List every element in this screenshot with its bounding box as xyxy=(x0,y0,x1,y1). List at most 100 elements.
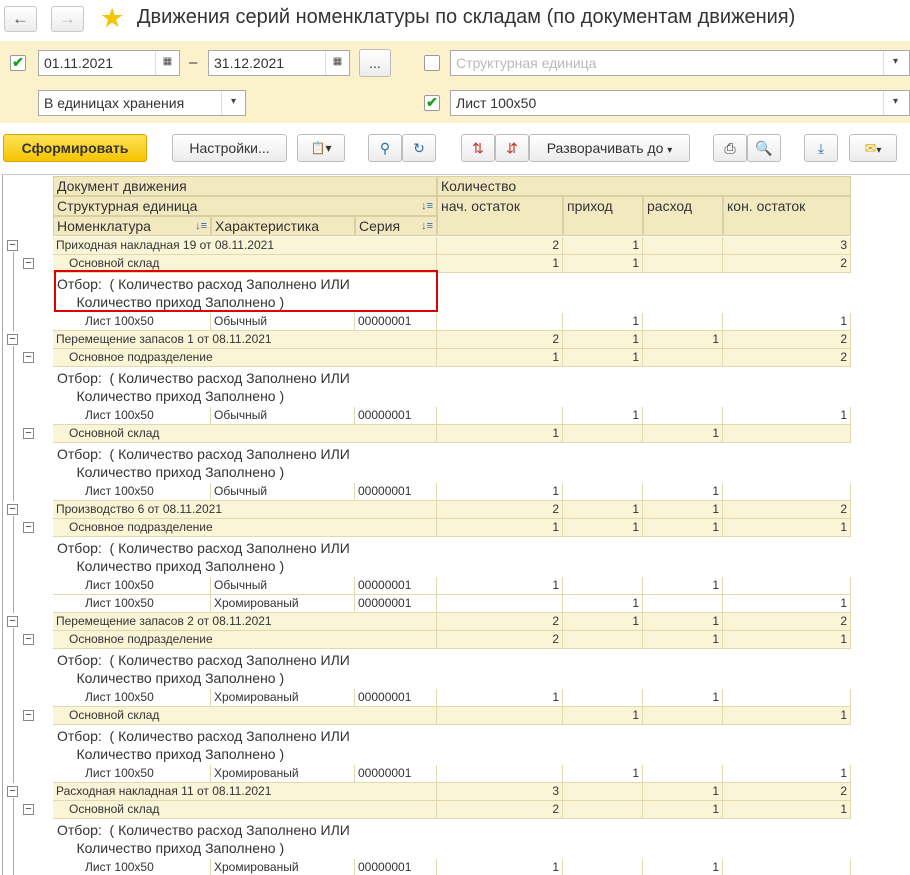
nomenclature-cell[interactable]: Лист 100х50 xyxy=(53,595,211,613)
qty-start-cell[interactable]: 3 xyxy=(437,783,563,801)
qty-out-cell[interactable] xyxy=(643,407,723,425)
qty-end-cell[interactable]: 2 xyxy=(723,349,851,367)
collapse-toggle[interactable]: − xyxy=(23,428,34,439)
period-checkbox[interactable]: ✔ xyxy=(10,55,26,71)
qty-start-cell[interactable]: 1 xyxy=(437,483,563,501)
qty-in-cell[interactable] xyxy=(563,483,643,501)
qty-out-cell[interactable]: 1 xyxy=(643,331,723,349)
date-from-field[interactable]: 01.11.2021 ▦ xyxy=(38,50,180,76)
warehouse-row[interactable]: Основной склад 1 1 xyxy=(53,425,851,443)
qty-in-cell[interactable]: 1 xyxy=(563,595,643,613)
warehouse-name[interactable]: Основной склад xyxy=(53,707,437,725)
qty-out-cell[interactable] xyxy=(643,237,723,255)
series-cell[interactable]: 00000001 xyxy=(355,313,437,331)
warehouse-name[interactable]: Основной склад xyxy=(53,801,437,819)
item-row[interactable]: Лист 100х50 Обычный 00000001 1 1 xyxy=(53,577,851,595)
document-row[interactable]: Производство 6 от 08.11.2021 2 1 1 2 xyxy=(53,501,851,519)
collapse-toggle[interactable]: − xyxy=(7,786,18,797)
document-name[interactable]: Приходная накладная 19 от 08.11.2021 xyxy=(53,237,437,255)
struct-unit-field[interactable]: Структурная единица ▾ xyxy=(450,50,910,76)
expand-to-button[interactable]: Разворачивать до ▾ xyxy=(529,134,690,162)
nomenclature-cell[interactable]: Лист 100х50 xyxy=(53,689,211,707)
forward-button[interactable]: → xyxy=(51,6,84,32)
nomenclature-cell[interactable]: Лист 100х50 xyxy=(53,765,211,783)
item-row[interactable]: Лист 100х50 Обычный 00000001 1 1 xyxy=(53,313,851,331)
qty-out-cell[interactable]: 1 xyxy=(643,519,723,537)
qty-in-cell[interactable] xyxy=(563,859,643,875)
qty-in-cell[interactable]: 1 xyxy=(563,765,643,783)
warehouse-row[interactable]: Основное подразделение 2 1 1 xyxy=(53,631,851,649)
nomenclature-field[interactable]: Лист 100х50 ▾ xyxy=(450,90,910,116)
qty-end-cell[interactable]: 1 xyxy=(723,595,851,613)
qty-start-cell[interactable]: 2 xyxy=(437,613,563,631)
series-cell[interactable]: 00000001 xyxy=(355,483,437,501)
collapse-toggle[interactable]: − xyxy=(7,616,18,627)
qty-start-cell[interactable] xyxy=(437,707,563,725)
qty-out-cell[interactable] xyxy=(643,765,723,783)
series-cell[interactable]: 00000001 xyxy=(355,765,437,783)
qty-in-cell[interactable]: 1 xyxy=(563,313,643,331)
qty-out-cell[interactable]: 1 xyxy=(643,501,723,519)
qty-out-cell[interactable] xyxy=(643,313,723,331)
document-row[interactable]: Приходная накладная 19 от 08.11.2021 2 1 3 xyxy=(53,237,851,255)
characteristic-cell[interactable]: Хромированый xyxy=(211,595,355,613)
qty-start-cell[interactable] xyxy=(437,595,563,613)
qty-start-cell[interactable] xyxy=(437,313,563,331)
qty-end-cell[interactable] xyxy=(723,577,851,595)
qty-in-cell[interactable] xyxy=(563,425,643,443)
collapse-toggle[interactable]: − xyxy=(7,240,18,251)
calendar-icon[interactable]: ▦ xyxy=(155,51,179,75)
qty-in-cell[interactable]: 1 xyxy=(563,613,643,631)
chevron-down-icon[interactable]: ▾ xyxy=(221,91,245,115)
report-spreadsheet[interactable]: − − − − − − − − − − − − Документ движения Структурн… xyxy=(2,174,910,875)
search-next-button[interactable]: ↻ xyxy=(402,134,436,162)
warehouse-name[interactable]: Основной склад xyxy=(53,425,437,443)
collapse-toggle[interactable]: − xyxy=(23,710,34,721)
nomenclature-cell[interactable]: Лист 100х50 xyxy=(53,313,211,331)
qty-start-cell[interactable]: 2 xyxy=(437,501,563,519)
nomenclature-cell[interactable]: Лист 100х50 xyxy=(53,483,211,501)
qty-out-cell[interactable] xyxy=(643,595,723,613)
item-row[interactable]: Лист 100х50 Хромированый 00000001 1 1 xyxy=(53,765,851,783)
document-name[interactable]: Производство 6 от 08.11.2021 xyxy=(53,501,437,519)
item-row[interactable]: Лист 100х50 Хромированый 00000001 1 1 xyxy=(53,595,851,613)
qty-end-cell[interactable]: 1 xyxy=(723,313,851,331)
characteristic-cell[interactable]: Обычный xyxy=(211,483,355,501)
date-to-field[interactable]: 31.12.2021 ▦ xyxy=(208,50,350,76)
collapse-toggle[interactable]: − xyxy=(23,634,34,645)
settings-button[interactable]: Настройки... xyxy=(172,134,287,162)
qty-start-cell[interactable]: 1 xyxy=(437,689,563,707)
nomenclature-checkbox[interactable]: ✔ xyxy=(424,95,440,111)
qty-end-cell[interactable]: 2 xyxy=(723,255,851,273)
qty-start-cell[interactable]: 1 xyxy=(437,255,563,273)
document-name[interactable]: Перемещение запасов 1 от 08.11.2021 xyxy=(53,331,437,349)
sort-desc-button[interactable]: ⇵ xyxy=(495,134,529,162)
sort-icon[interactable]: ↓≡ xyxy=(421,217,433,235)
qty-in-cell[interactable] xyxy=(563,631,643,649)
nomenclature-cell[interactable]: Лист 100х50 xyxy=(53,859,211,875)
qty-in-cell[interactable]: 1 xyxy=(563,519,643,537)
qty-out-cell[interactable]: 1 xyxy=(643,689,723,707)
units-select[interactable]: В единицах хранения ▾ xyxy=(38,90,246,116)
save-button[interactable]: ⤓ xyxy=(804,134,838,162)
send-mail-button[interactable]: ✉▾ xyxy=(849,134,897,162)
characteristic-cell[interactable]: Хромированый xyxy=(211,859,355,875)
qty-out-cell[interactable] xyxy=(643,349,723,367)
qty-start-cell[interactable] xyxy=(437,765,563,783)
warehouse-row[interactable]: Основной склад 2 1 1 xyxy=(53,801,851,819)
collapse-toggle[interactable]: − xyxy=(23,352,34,363)
qty-end-cell[interactable]: 2 xyxy=(723,613,851,631)
nomenclature-cell[interactable]: Лист 100х50 xyxy=(53,577,211,595)
qty-end-cell[interactable] xyxy=(723,859,851,875)
qty-end-cell[interactable]: 1 xyxy=(723,519,851,537)
collapse-toggle[interactable]: − xyxy=(23,522,34,533)
qty-end-cell[interactable] xyxy=(723,689,851,707)
series-cell[interactable]: 00000001 xyxy=(355,689,437,707)
back-button[interactable]: ← xyxy=(4,6,37,32)
item-row[interactable]: Лист 100х50 Хромированый 00000001 1 1 xyxy=(53,859,851,875)
warehouse-row[interactable]: Основной склад 1 1 xyxy=(53,707,851,725)
generate-button[interactable]: Сформировать xyxy=(3,134,147,162)
qty-end-cell[interactable]: 1 xyxy=(723,801,851,819)
series-cell[interactable]: 00000001 xyxy=(355,859,437,875)
print-preview-button[interactable]: 🔍 xyxy=(747,134,781,162)
